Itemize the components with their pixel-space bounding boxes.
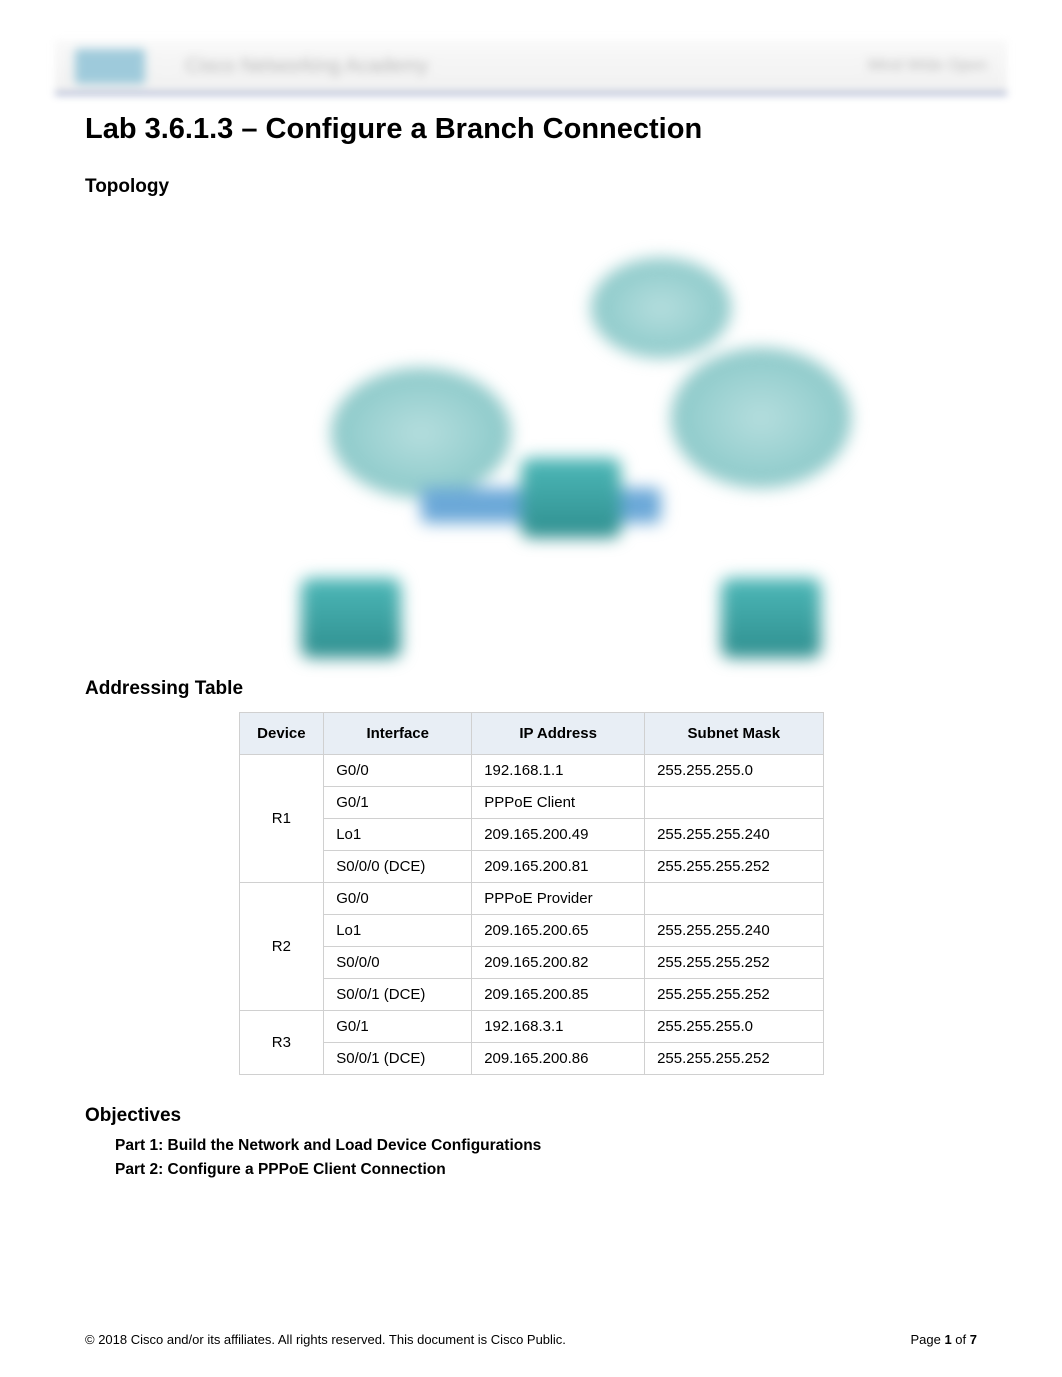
cell-ip: 209.165.200.82 [472,947,645,979]
cell-interface: Lo1 [324,819,472,851]
cell-device: R2 [239,883,324,1011]
page-total: 7 [970,1332,977,1347]
addressing-table: Device Interface IP Address Subnet Mask … [239,712,824,1075]
cell-mask: 255.255.255.0 [645,755,823,787]
table-row: S0/0/1 (DCE)209.165.200.85255.255.255.25… [239,979,823,1011]
col-interface: Interface [324,713,472,755]
cisco-logo [75,49,145,84]
cell-interface: S0/0/0 [324,947,472,979]
topology-diagram [191,208,871,648]
page-title: Lab 3.6.1.3 – Configure a Branch Connect… [85,113,1007,146]
page-label: Page [910,1332,944,1347]
cell-ip: 209.165.200.81 [472,851,645,883]
cell-device: R3 [239,1011,324,1075]
cloud-shape [671,348,851,488]
cell-mask: 255.255.255.252 [645,979,823,1011]
col-mask: Subnet Mask [645,713,823,755]
table-row: Lo1209.165.200.49255.255.255.240 [239,819,823,851]
cell-ip: PPPoE Provider [472,883,645,915]
router-icon [521,458,621,538]
table-header-row: Device Interface IP Address Subnet Mask [239,713,823,755]
cell-interface: G0/1 [324,787,472,819]
header-right-text: Mind Wide Open [868,57,987,75]
objective-item: Part 1: Build the Network and Load Devic… [115,1137,1007,1155]
page-of: of [952,1332,970,1347]
cell-mask: 255.255.255.252 [645,851,823,883]
objectives-heading: Objectives [85,1105,1007,1127]
header-banner: Cisco Networking Academy Mind Wide Open [55,40,1007,95]
cell-mask: 255.255.255.252 [645,947,823,979]
cell-mask: 255.255.255.240 [645,819,823,851]
cell-ip: PPPoE Client [472,787,645,819]
cell-interface: Lo1 [324,915,472,947]
objectives-list: Part 1: Build the Network and Load Devic… [115,1137,1007,1179]
table-row: Lo1209.165.200.65255.255.255.240 [239,915,823,947]
cell-mask [645,883,823,915]
page-footer: © 2018 Cisco and/or its affiliates. All … [85,1332,977,1347]
table-row: R3G0/1192.168.3.1255.255.255.0 [239,1011,823,1043]
cell-mask: 255.255.255.240 [645,915,823,947]
footer-page-indicator: Page 1 of 7 [910,1332,977,1347]
table-row: R1G0/0192.168.1.1255.255.255.0 [239,755,823,787]
table-row: S0/0/0 (DCE)209.165.200.81255.255.255.25… [239,851,823,883]
cell-ip: 209.165.200.85 [472,979,645,1011]
page-current: 1 [944,1332,951,1347]
col-device: Device [239,713,324,755]
cell-mask [645,787,823,819]
cloud-shape [331,368,511,498]
footer-copyright: © 2018 Cisco and/or its affiliates. All … [85,1332,566,1347]
cell-ip: 209.165.200.49 [472,819,645,851]
table-row: R2G0/0PPPoE Provider [239,883,823,915]
cell-interface: G0/1 [324,1011,472,1043]
col-ip: IP Address [472,713,645,755]
cell-interface: S0/0/1 (DCE) [324,979,472,1011]
cell-interface: G0/0 [324,883,472,915]
table-row: S0/0/0209.165.200.82255.255.255.252 [239,947,823,979]
header-brand-text: Cisco Networking Academy [185,55,428,78]
table-row: G0/1PPPoE Client [239,787,823,819]
cell-ip: 209.165.200.65 [472,915,645,947]
cloud-shape [591,258,731,358]
table-row: S0/0/1 (DCE)209.165.200.86255.255.255.25… [239,1043,823,1075]
router-icon [721,578,821,658]
topology-heading: Topology [85,176,1007,198]
addressing-heading: Addressing Table [85,678,1007,700]
cell-ip: 192.168.1.1 [472,755,645,787]
cell-device: R1 [239,755,324,883]
cell-mask: 255.255.255.252 [645,1043,823,1075]
cell-interface: S0/0/0 (DCE) [324,851,472,883]
cell-mask: 255.255.255.0 [645,1011,823,1043]
cell-interface: G0/0 [324,755,472,787]
cell-interface: S0/0/1 (DCE) [324,1043,472,1075]
cell-ip: 192.168.3.1 [472,1011,645,1043]
objective-item: Part 2: Configure a PPPoE Client Connect… [115,1161,1007,1179]
cell-ip: 209.165.200.86 [472,1043,645,1075]
router-icon [301,578,401,658]
